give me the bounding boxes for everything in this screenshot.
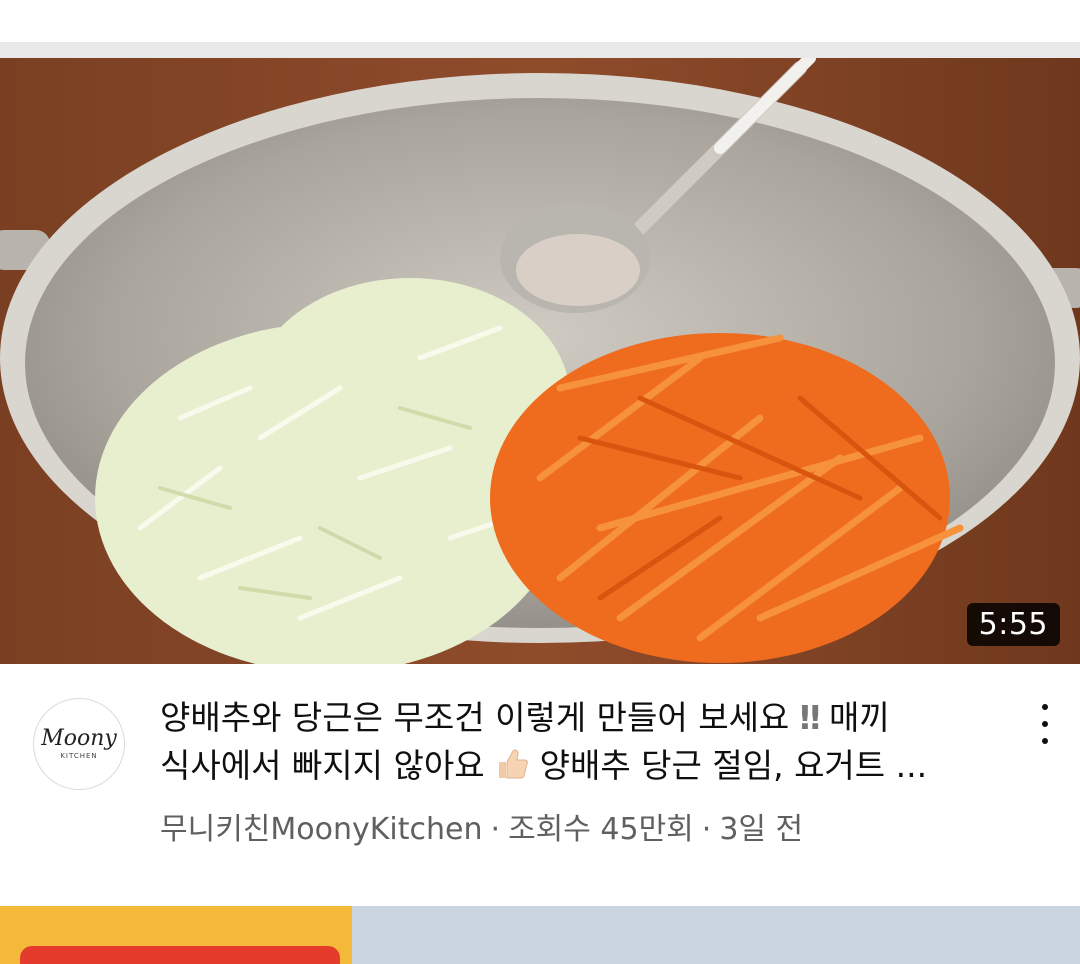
video-meta[interactable]: Moony KITCHEN 양배추와 당근은 무조건 이렇게 만들어 보세요 ‼… [0,664,1080,874]
separator-dot: · [701,812,712,847]
next-video-thumbnail[interactable] [0,906,1080,964]
more-dot [1042,721,1048,727]
title-line-2: 식사에서 빠지지 않아요 양배추 당근 절임, 요거트 ... [160,742,990,790]
video-title[interactable]: 양배추와 당근은 무조건 이렇게 만들어 보세요 ‼ 매끼 식사에서 빠지지 않… [160,694,990,790]
duration-badge: 5:55 [966,603,1060,646]
thumbs-up-emoji [499,749,528,779]
more-dot [1042,738,1048,744]
channel-logo-subtext: KITCHEN [60,752,98,760]
title-text-2: 식사에서 빠지지 않아요 [160,746,485,785]
video-thumbnail[interactable]: 5:55 [0,58,1080,664]
channel-avatar[interactable]: Moony KITCHEN [33,698,125,790]
title-text-2-end: 양배추 당근 절임, 요거트 ... [539,746,928,785]
more-dot [1042,704,1048,710]
title-text-1: 양배추와 당근은 무조건 이렇게 만들어 보세요 [160,698,790,737]
channel-name[interactable]: 무니키친MoonyKitchen [160,812,483,847]
more-vertical-icon[interactable] [1032,704,1058,744]
separator-dot: · [490,812,501,847]
title-line-1: 양배추와 당근은 무조건 이렇게 만들어 보세요 ‼ 매끼 [160,694,990,742]
next-thumbnail-left [0,906,352,964]
section-divider [0,42,1080,58]
upload-age: 3일 전 [719,812,804,847]
view-count: 조회수 45만회 [508,812,694,847]
thumbnail-image [0,58,1080,664]
top-spacer [0,0,1080,42]
channel-logo-text: Moony [41,726,117,751]
next-thumbnail-text-shape [20,946,340,964]
double-exclamation-emoji: ‼ [799,698,821,737]
title-text-1-end: 매끼 [829,698,890,737]
video-subline: 무니키친MoonyKitchen · 조회수 45만회 · 3일 전 [160,804,803,848]
next-thumbnail-right [352,906,1080,964]
